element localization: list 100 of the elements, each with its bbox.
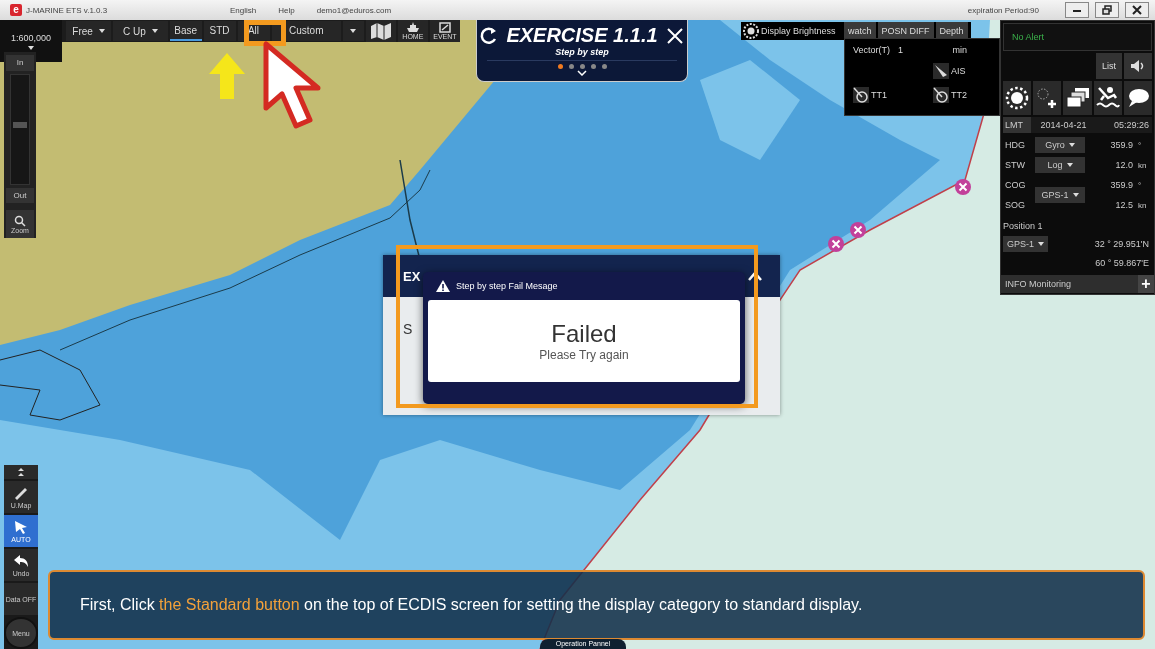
app-title: J-MARINE ETS v.1.0.3 [26,5,109,15]
sensor-value: 359.9 [1109,140,1134,150]
event-icon [438,22,451,33]
info-monitoring-label: INFO Monitoring [1005,279,1072,289]
alert-status: No Alert [1003,23,1152,51]
display-brightness-button[interactable]: Display Brightness [741,22,844,40]
chevron-up-icon[interactable] [748,271,762,281]
dialog-header: Step by step Fail Mesage [456,281,558,291]
arrow-up-icon [208,52,246,100]
unit-label: ° [1138,180,1143,190]
latitude-value: 32 ° 29.951'N [1094,239,1150,249]
failed-title: Failed [551,320,617,348]
sensor-value: 359.9 [1109,180,1134,190]
failed-message: Please Try again [539,348,629,362]
chevron-down-icon[interactable] [577,70,587,76]
time-value: 05:29:26 [1112,120,1150,130]
display-tab[interactable]: Base [169,21,202,41]
caret-icon [1072,193,1079,197]
chevrons-icon [17,468,25,476]
unit-label: kn [1138,160,1148,170]
dropdown-button[interactable]: C Up [113,21,168,41]
display-tab[interactable]: STD [203,21,236,41]
waypoint-marker-icon [954,178,972,196]
close-icon[interactable] [665,26,684,45]
brightness-button[interactable] [1033,81,1062,115]
step-dot[interactable] [568,64,574,69]
target-icon [933,87,949,103]
zoom-slider-thumb[interactable] [13,122,27,128]
sensor-label: SOG [1004,200,1026,210]
warning-icon [436,280,450,292]
restore-button[interactable] [1095,2,1119,18]
source-dropdown[interactable]: GPS-1 [1003,236,1048,252]
waypoint-marker-icon [849,221,867,239]
waypoint-marker-icon [827,235,845,253]
menu-link[interactable]: Help [278,5,295,15]
sound-button[interactable] [1124,53,1152,79]
date-value: 2014-04-21 [1039,120,1088,130]
source-dropdown[interactable]: GPS-1 [1035,187,1085,203]
layers-button[interactable] [1063,81,1092,115]
user-email: demo1@eduros.com [316,5,392,15]
sun-icon [743,23,759,39]
step-dot[interactable] [590,64,596,69]
sensor-label: STW [1004,160,1026,170]
restart-icon[interactable] [480,26,499,45]
exercise-subtitle: Step by step [487,47,677,61]
dropdown-button[interactable]: Free [66,21,112,41]
app-logo: e [10,4,22,16]
restore-icon [1102,5,1112,15]
target-button[interactable]: TT2 [933,83,993,107]
step-dot[interactable] [579,64,585,69]
day-mode-button[interactable] [1003,81,1032,115]
map-icon [369,22,392,40]
vector-value: 1 [898,45,904,55]
instruction-text: First, Click the Standard button on the top of ECDIS screen for setting the display category to standard display. [80,596,863,614]
pointer-icon [14,519,28,534]
zoom-out-button[interactable]: Out [6,187,34,204]
message-button[interactable] [1123,81,1152,115]
ship-icon [405,22,420,33]
man-overboard-button[interactable] [1093,81,1122,115]
position-label: Position 1 [1003,221,1044,233]
exercise-title: EXERCISE 1.1.1 [506,24,658,47]
step-dot[interactable] [557,64,563,69]
minimize-button[interactable] [1065,2,1089,18]
sun-icon [1005,86,1030,110]
dialog-title: EX [403,268,421,284]
list-button[interactable]: List [1096,53,1122,79]
caret-icon [1068,143,1075,147]
add-button[interactable]: + [1138,275,1154,293]
person-in-water-icon [1095,86,1120,110]
menu-button[interactable] [343,21,364,41]
target-icon [853,87,869,103]
unit-label: kn [1138,200,1148,210]
dialog-text: S [403,321,413,337]
menu-link[interactable]: English [230,5,257,15]
longitude-value: 60 ° 59.867'E [1095,258,1150,268]
target-button[interactable]: TT1 [853,83,933,107]
caret-icon [350,29,357,33]
magnifier-icon [14,214,26,227]
expand-button[interactable] [4,465,38,479]
target-button[interactable]: AIS [933,59,993,83]
close-button[interactable] [1125,2,1149,18]
zoom-slider-track[interactable] [10,73,30,185]
undo-icon [13,553,29,568]
zoom-in-button[interactable]: In [6,55,34,71]
step-dot[interactable] [601,64,607,69]
vector-label: Vector(T) [853,45,890,55]
caret-icon [1066,163,1073,167]
pencil-icon [13,485,29,500]
source-dropdown[interactable]: Gyro [1035,137,1085,153]
caret-icon [1038,242,1044,246]
source-dropdown[interactable]: Log [1035,157,1085,173]
expiration-text: expiration Period:90 [967,5,1039,15]
unit-label: ° [1138,140,1143,150]
vector-unit: min [952,45,967,55]
caret-icon [151,29,158,33]
speaker-icon [1130,59,1146,73]
caret-icon [28,45,34,50]
sensor-label: HDG [1004,140,1026,150]
chart-button[interactable] [365,20,396,42]
windows-icon [1065,86,1090,110]
